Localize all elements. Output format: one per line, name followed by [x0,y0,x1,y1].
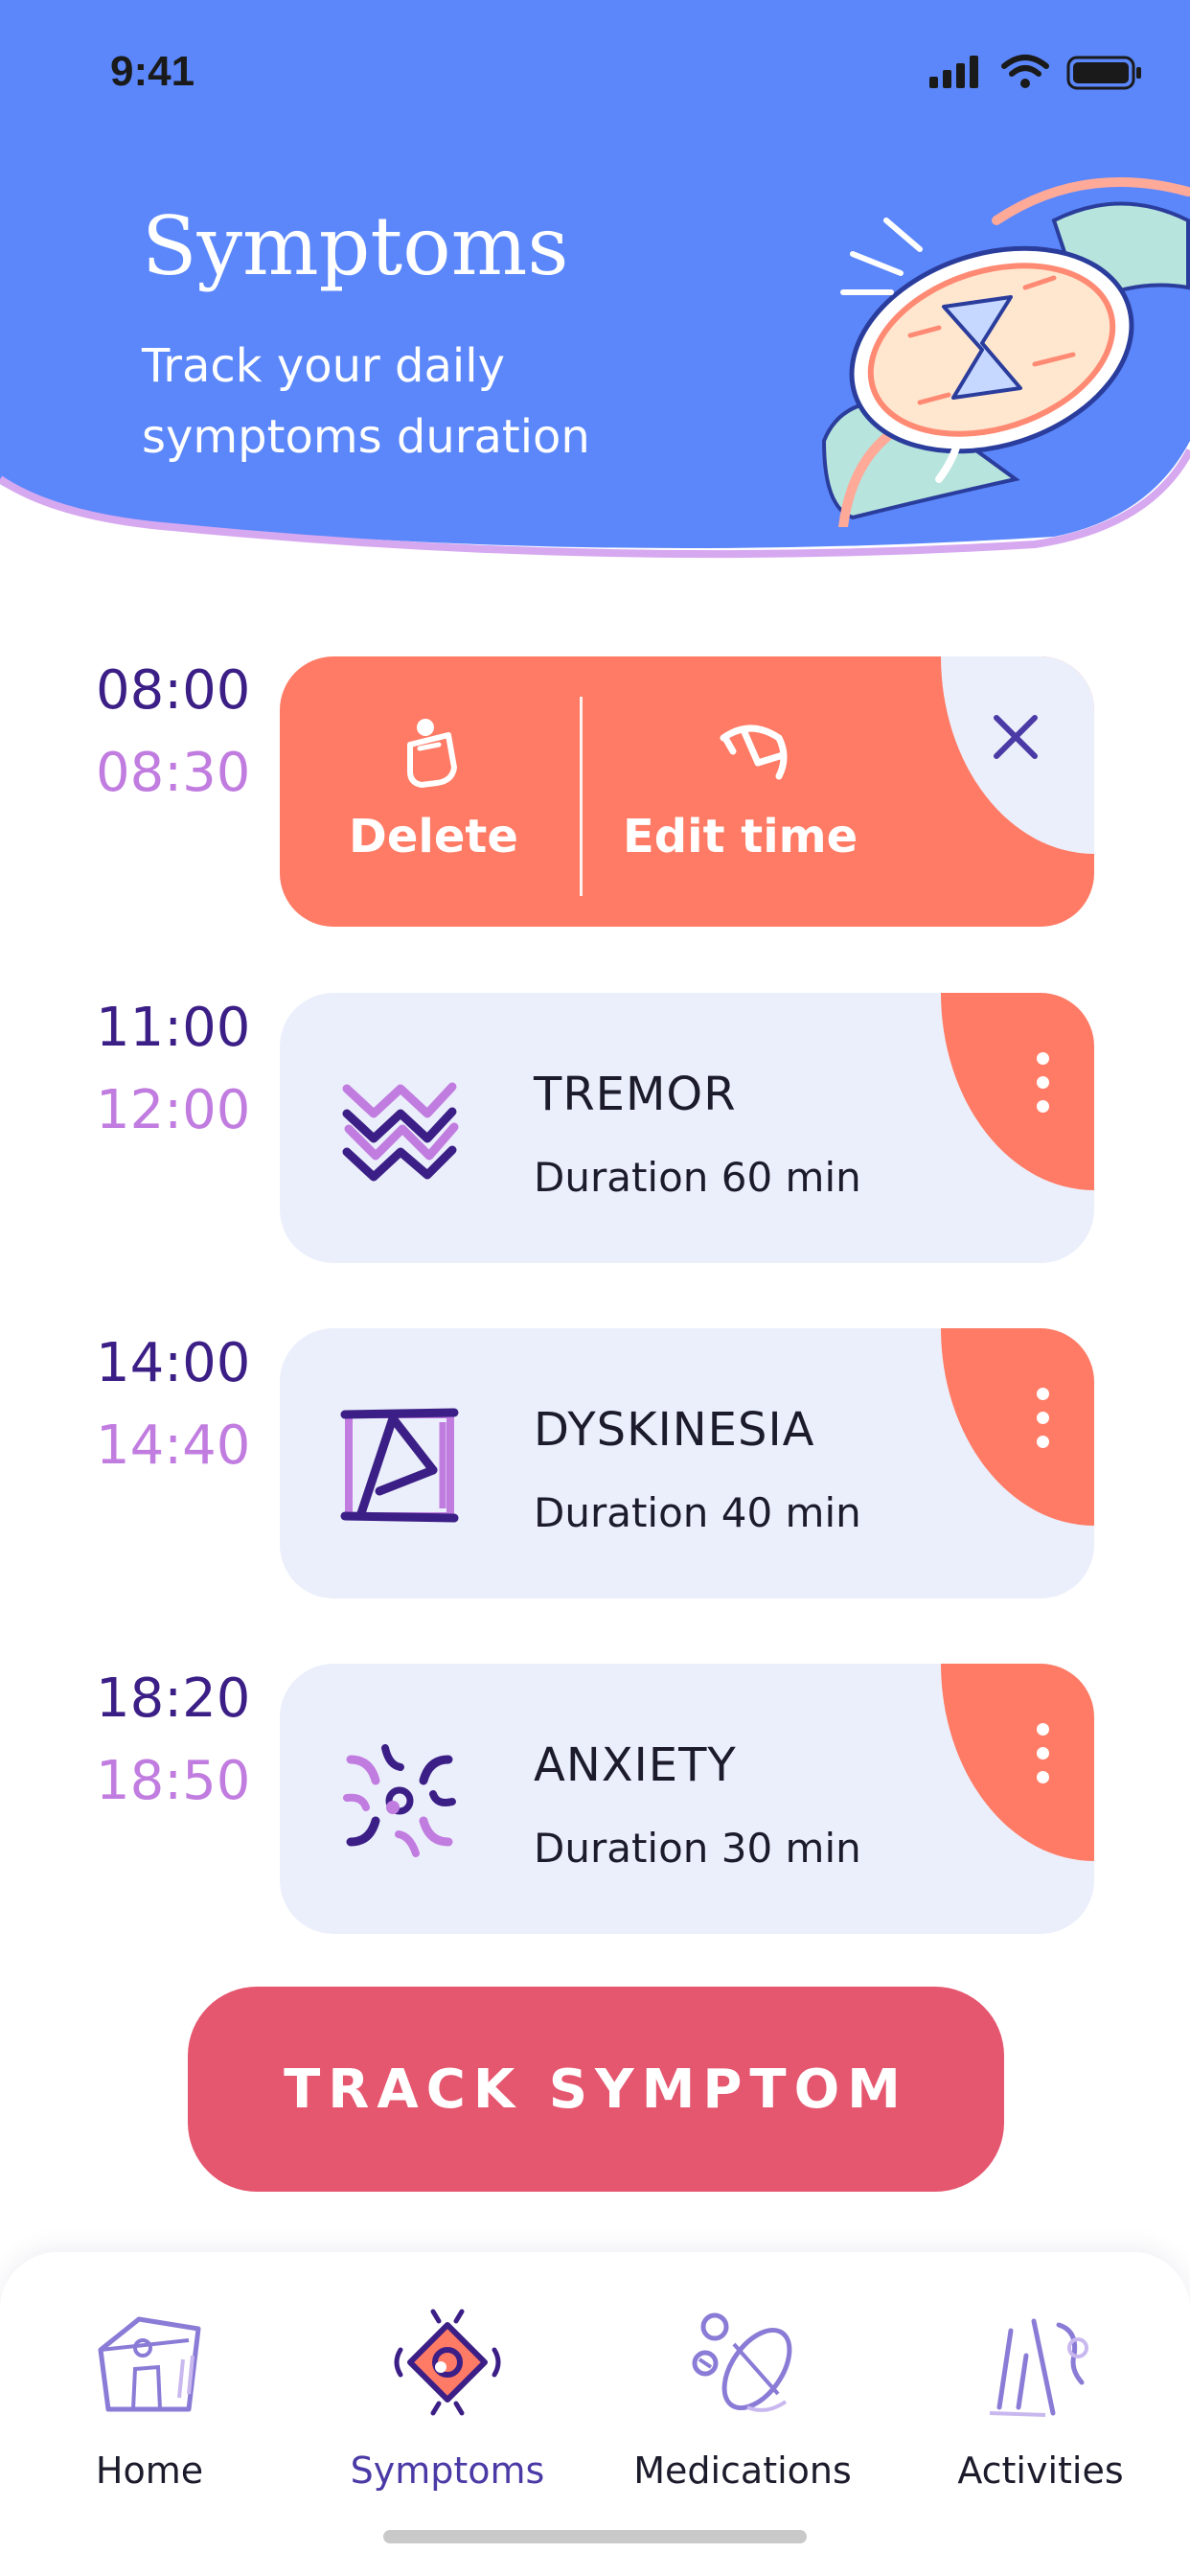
nav-label-symptoms: Symptoms [350,2450,545,2492]
entry-start-time: 14:00 [96,1332,251,1394]
symptom-name: TREMOR [534,1068,737,1121]
more-options-button[interactable] [941,1664,1094,1861]
clock-edit-icon [720,724,788,780]
nav-label-activities: Activities [957,2450,1124,2492]
timer-watch-illustration [821,177,1190,527]
trash-icon [407,719,457,788]
dyskinesia-icon [340,1408,459,1523]
delete-label: Delete [349,810,518,863]
nav-item-home[interactable]: Home [25,2302,274,2492]
symptom-name: DYSKINESIA [534,1403,815,1457]
page-title: Symptoms [142,199,569,293]
nav-item-activities[interactable]: Activities [916,2302,1165,2492]
nav-label-home: Home [95,2450,204,2492]
entry-start-time: 18:20 [96,1668,251,1730]
entry-end-time: 12:00 [96,1079,251,1141]
nav-label-medications: Medications [633,2450,852,2492]
battery-icon [1066,56,1141,90]
home-icon [98,2316,201,2412]
symptom-name: ANXIETY [534,1738,737,1792]
symptoms-icon [394,2309,501,2416]
medications-icon [692,2312,792,2412]
symptom-card-anxiety[interactable]: ANXIETY Duration 30 min [280,1664,1094,1934]
page-subtitle: Track your daily symptoms duration [142,339,590,464]
bottom-navigation: Home Symptoms Medications Activities [0,2252,1190,2576]
symptom-card-dyskinesia[interactable]: DYSKINESIA Duration 40 min [280,1328,1094,1598]
more-vertical-icon [1037,1052,1050,1119]
more-vertical-icon [1037,1388,1050,1455]
more-options-button[interactable] [941,993,1094,1190]
nav-item-symptoms[interactable]: Symptoms [323,2302,572,2492]
edit-time-action[interactable]: Edit time [583,656,937,927]
anxiety-icon [343,1744,456,1857]
nav-item-medications[interactable]: Medications [618,2302,867,2492]
entry-end-time: 18:50 [96,1750,251,1812]
symptom-card-tremor[interactable]: TREMOR Duration 60 min [280,993,1094,1263]
entry-start-time: 08:00 [96,659,251,722]
home-indicator[interactable] [383,2530,807,2543]
more-vertical-icon [1037,1723,1050,1790]
symptom-duration: Duration 30 min [534,1825,861,1872]
more-options-button[interactable] [941,1328,1094,1526]
entry-end-time: 08:30 [96,742,251,804]
track-symptom-button[interactable]: TRACK SYMPTOM [188,1987,1004,2192]
wifi-icon [1001,55,1049,88]
tremor-icon [342,1082,459,1182]
entry-start-time: 11:00 [96,997,251,1059]
edit-time-label: Edit time [623,810,858,863]
activities-icon [989,2318,1088,2417]
symptom-duration: Duration 60 min [534,1154,861,1201]
close-icon [994,715,1038,759]
entry-end-time: 14:40 [96,1414,251,1477]
symptom-duration: Duration 40 min [534,1489,861,1536]
status-time: 9:41 [110,48,195,95]
swiped-entry-card[interactable]: Delete Edit time [280,656,1094,927]
delete-action[interactable]: Delete [280,656,580,927]
close-swipe-button[interactable] [941,656,1094,854]
cellular-signal-icon [929,56,978,88]
